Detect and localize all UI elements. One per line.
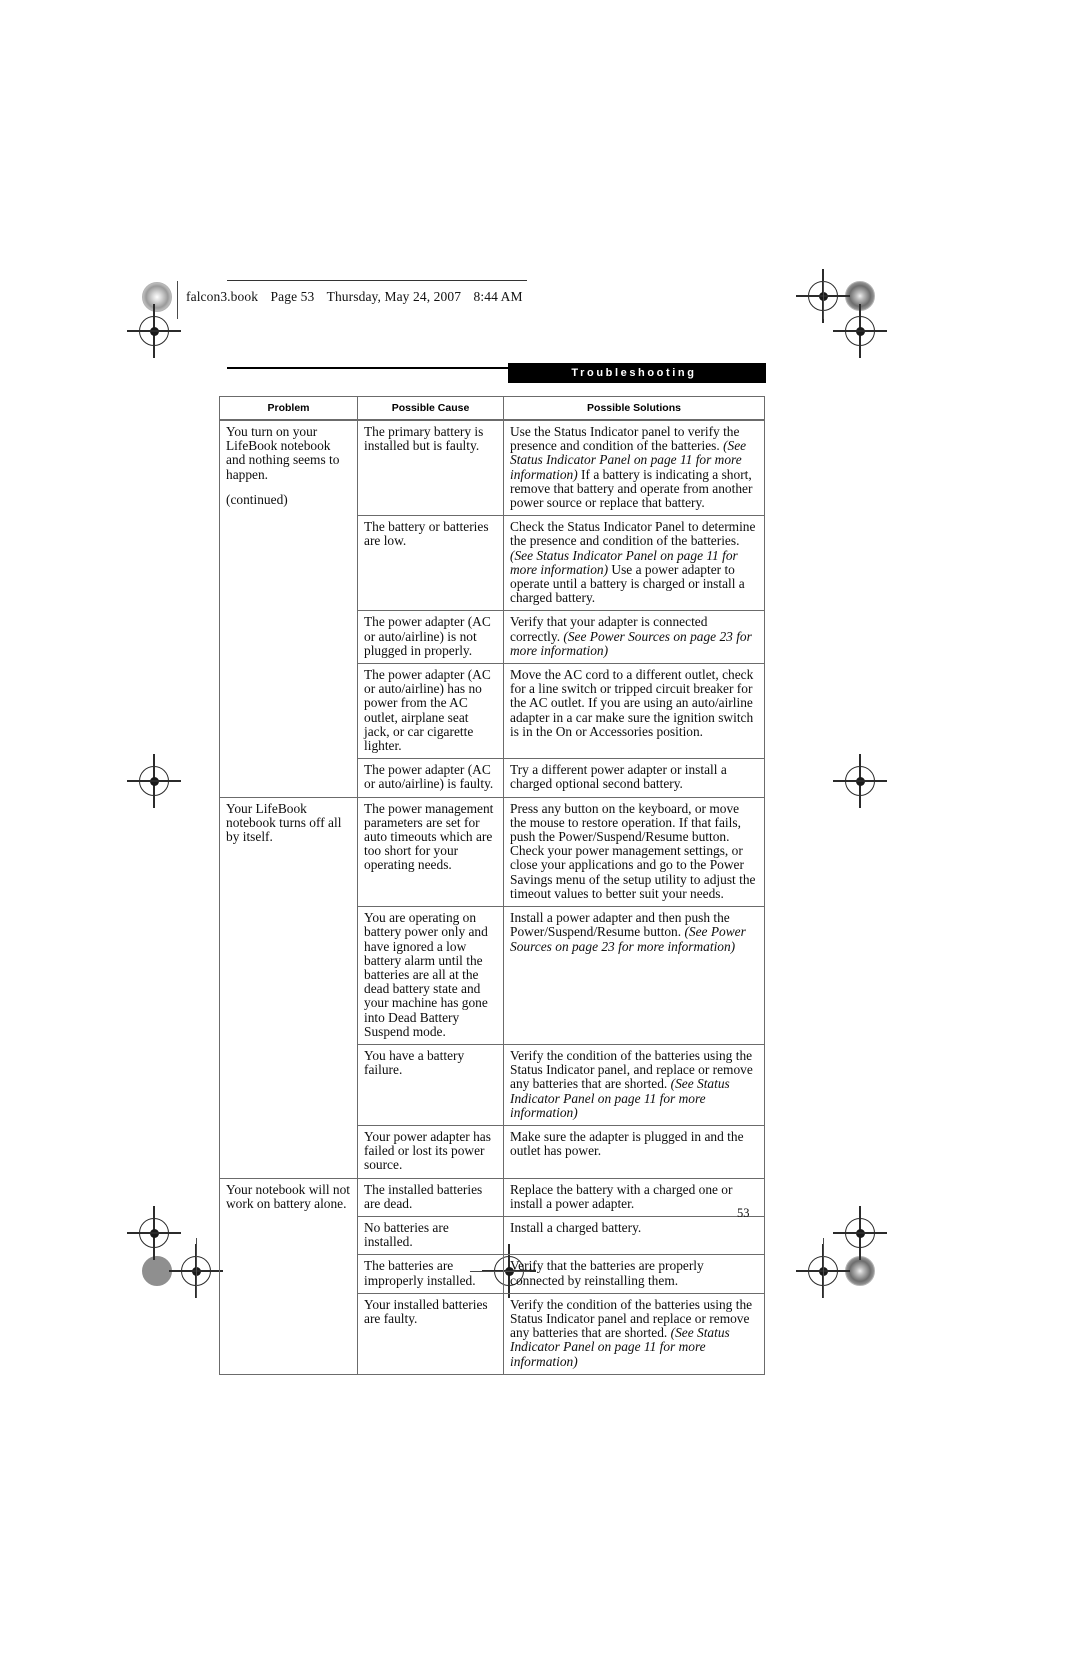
solution-part-a: Try a different power adapter or install…: [510, 762, 727, 792]
solution-part-a: Install a charged battery.: [510, 1219, 642, 1235]
file-header: falcon3.book Page 53 Thursday, May 24, 2…: [186, 289, 532, 305]
solution-text: Install a charged battery.: [510, 1219, 758, 1235]
registration-mark-right-middle: [833, 754, 887, 808]
solution-text: Press any button on the keyboard, or mov…: [510, 800, 758, 901]
cause-text: The installed batteries are dead.: [364, 1181, 483, 1211]
solution-text: Install a power adapter and then push th…: [510, 910, 758, 954]
solution-part-a: Make sure the adapter is plugged in and …: [510, 1128, 744, 1159]
problem-text: Your notebook will not work on battery a…: [226, 1181, 350, 1211]
solution-text: Try a different power adapter or install…: [510, 762, 758, 792]
cause-text: Your power adapter has failed or lost it…: [364, 1128, 491, 1173]
solution-text: Verify the condition of the batteries us…: [510, 1048, 758, 1120]
file-header-time: 8:44 AM: [473, 289, 523, 304]
cause-cell: Your power adapter has failed or lost it…: [357, 1124, 504, 1179]
cause-text: The power management parameters are set …: [364, 800, 494, 873]
solution-cell: Press any button on the keyboard, or mov…: [503, 796, 765, 908]
table-row: Your notebook will not work on battery a…: [219, 1177, 765, 1375]
registration-mark-left-upper: [127, 304, 181, 358]
solution-cell: Verify that your adapter is connected co…: [503, 610, 765, 665]
cause-text: The primary battery is installed but is …: [364, 424, 484, 454]
solution-text: Verify the condition of the batteries us…: [510, 1297, 758, 1369]
cause-text: Your installed batteries are faulty.: [364, 1296, 488, 1326]
halftone-circle-mid-left: [142, 1256, 172, 1286]
column-header-possible-cause: Possible Cause: [357, 396, 504, 421]
solution-cell: Move the AC cord to a different outlet, …: [503, 663, 765, 760]
cause-cell: The power adapter (AC or auto/airline) h…: [357, 663, 504, 760]
trim-line-right-upper: [823, 281, 825, 319]
solution-cell: Verify that the batteries are properly c…: [503, 1254, 765, 1294]
solution-cell: Try a different power adapter or install…: [503, 758, 765, 798]
solution-part-a: Move the AC cord to a different outlet, …: [510, 667, 754, 739]
solution-text: Check the Status Indicator Panel to dete…: [510, 520, 758, 605]
solution-part-a: Verify that the batteries are properly c…: [510, 1258, 704, 1288]
solution-cell: Verify the condition of the batteries us…: [503, 1292, 765, 1375]
trim-line-left: [177, 281, 179, 319]
cause-cell: The power adapter (AC or auto/airline) i…: [357, 758, 504, 798]
cause-cell: You are operating on battery power only …: [357, 906, 504, 1045]
page-number: 53: [737, 1206, 750, 1220]
solution-text: Move the AC cord to a different outlet, …: [510, 667, 758, 739]
problem-text: You turn on your LifeBook notebook and n…: [226, 424, 340, 482]
solution-part-a: Replace the battery with a charged one o…: [510, 1181, 733, 1211]
problem-cell-turns-off-by-itself: Your LifeBook notebook turns off all by …: [219, 796, 358, 1179]
cause-text: The power adapter (AC or auto/airline) i…: [364, 614, 491, 658]
trim-line-right-lower: [823, 1238, 825, 1298]
cause-text: The battery or batteries are low.: [364, 519, 489, 549]
cause-text: No batteries are installed.: [364, 1219, 449, 1250]
halftone-circle-top-left: [142, 282, 172, 312]
section-title-banner: Troubleshooting: [508, 363, 766, 383]
cause-text: The power adapter (AC or auto/airline) i…: [364, 762, 494, 792]
problem-cell-turn-on-nothing: You turn on your LifeBook notebook and n…: [219, 419, 358, 798]
cause-text: The power adapter (AC or auto/airline) h…: [364, 667, 491, 754]
table-header-row: Problem Possible Cause Possible Solution…: [219, 396, 765, 421]
header-rule: [227, 280, 527, 282]
cause-cell: The battery or batteries are low.: [357, 515, 504, 612]
solution-part-a: Use the Status Indicator panel to verify…: [510, 424, 740, 454]
problem-continued-note: (continued): [226, 491, 288, 507]
trim-line-left-lower: [196, 1238, 198, 1298]
solution-text: Verify that your adapter is connected co…: [510, 615, 758, 658]
solution-cell: Use the Status Indicator panel to verify…: [503, 419, 765, 517]
troubleshooting-table: Problem Possible Cause Possible Solution…: [219, 396, 765, 1375]
solution-text: Use the Status Indicator panel to verify…: [510, 424, 758, 510]
cause-text: You have a battery failure.: [364, 1047, 465, 1078]
table-row: You turn on your LifeBook notebook and n…: [219, 419, 765, 798]
registration-mark-left-middle: [127, 754, 181, 808]
solution-part-a: Press any button on the keyboard, or mov…: [510, 800, 756, 901]
cause-cell: No batteries are installed.: [357, 1215, 504, 1256]
solution-cell: Make sure the adapter is plugged in and …: [503, 1124, 765, 1179]
file-header-date: Thursday, May 24, 2007: [326, 289, 462, 304]
cause-text: The batteries are improperly installed.: [364, 1258, 476, 1288]
file-header-filename: falcon3.book: [186, 289, 259, 304]
registration-mark-right-lower: [833, 1206, 887, 1260]
cause-text: You are operating on battery power only …: [364, 910, 488, 1039]
cause-cell: The installed batteries are dead.: [357, 1177, 504, 1217]
table-row: Your LifeBook notebook turns off all by …: [219, 796, 765, 1179]
solution-cell: Replace the battery with a charged one o…: [503, 1177, 765, 1217]
problem-cell-battery-alone: Your notebook will not work on battery a…: [219, 1177, 358, 1375]
solution-text: Replace the battery with a charged one o…: [510, 1181, 758, 1211]
cause-cell: The batteries are improperly installed.: [357, 1254, 504, 1294]
column-header-possible-solutions: Possible Solutions: [503, 396, 765, 421]
cause-cell: The power adapter (AC or auto/airline) i…: [357, 610, 504, 665]
file-header-page-label: Page 53: [270, 289, 315, 304]
registration-mark-right-upper: [833, 304, 887, 358]
solution-part-a: Check the Status Indicator Panel to dete…: [510, 519, 756, 549]
solution-cell: Verify the condition of the batteries us…: [503, 1043, 765, 1126]
cause-cell: Your installed batteries are faulty.: [357, 1292, 504, 1375]
solution-text: Verify that the batteries are properly c…: [510, 1258, 758, 1288]
problem-text: Your LifeBook notebook turns off all by …: [226, 800, 342, 845]
solution-cell: Check the Status Indicator Panel to dete…: [503, 515, 765, 612]
cause-cell: You have a battery failure.: [357, 1043, 504, 1126]
solution-cell: Install a charged battery.: [503, 1215, 765, 1256]
cause-cell: The primary battery is installed but is …: [357, 419, 504, 517]
registration-mark-left-lower: [127, 1206, 181, 1260]
cause-cell: The power management parameters are set …: [357, 796, 504, 908]
column-header-problem: Problem: [219, 396, 358, 421]
solution-cell: Install a power adapter and then push th…: [503, 906, 765, 1045]
solution-text: Make sure the adapter is plugged in and …: [510, 1128, 758, 1159]
